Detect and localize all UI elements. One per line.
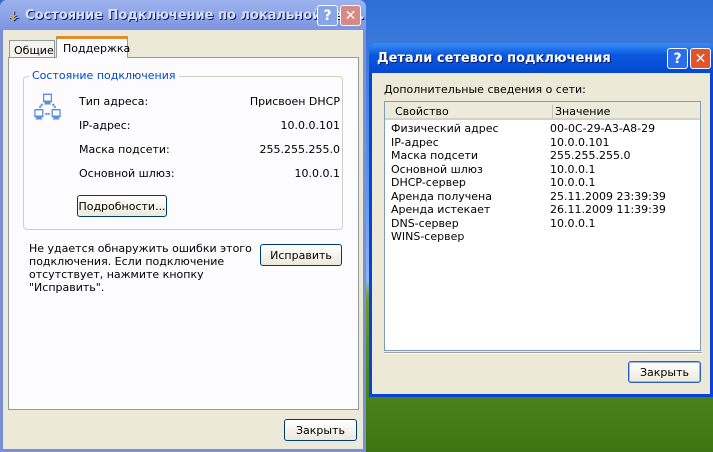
row-value: 10.0.0.101 <box>280 119 340 132</box>
help-button[interactable]: ? <box>667 48 688 69</box>
row-label: Основной шлюз: <box>79 167 175 180</box>
list-row[interactable]: IP-адрес 10.0.0.101 <box>385 136 700 150</box>
window-title: Состояние Подключение по локальной сет..… <box>25 7 365 23</box>
property-value: 25.11.2009 23:39:39 <box>550 189 666 203</box>
property-value: 10.0.0.101 <box>550 135 610 149</box>
property-value: 26.11.2009 11:39:39 <box>550 203 666 216</box>
row-label: IP-адрес: <box>79 119 131 132</box>
property-value: 00-0C-29-A3-A8-29 <box>550 122 656 135</box>
property-name: DHCP-сервер <box>391 176 466 189</box>
tab-general[interactable]: Общие <box>9 40 55 58</box>
close-window-button[interactable]: ✕ <box>690 48 711 69</box>
title-bar: ⚶ Состояние Подключение по локальной сет… <box>0 0 366 30</box>
help-button[interactable]: ? <box>317 5 338 26</box>
column-header-property[interactable]: Свойство <box>395 105 553 119</box>
list-row[interactable]: Аренда истекает 26.11.2009 11:39:39 <box>385 203 700 217</box>
repair-text: Не удается обнаружить ошибки этого подкл… <box>29 242 252 294</box>
details-list: Свойство Значение Физический адрес 00-0C-… <box>384 101 701 351</box>
property-name: Аренда истекает <box>391 203 491 216</box>
repair-button[interactable]: Исправить <box>260 244 342 266</box>
caption: Дополнительные сведения о сети: <box>384 83 586 96</box>
close-window-button[interactable]: ✕ <box>340 5 361 26</box>
tab-support[interactable]: Поддержка <box>56 36 130 58</box>
row-value: 255.255.255.0 <box>259 143 340 156</box>
network-icon: ⚶ <box>8 7 20 23</box>
network-computers-icon: 🖧 <box>33 94 62 124</box>
property-name: Физический адрес <box>391 122 499 135</box>
title-bar: Детали сетевого подключения <box>369 43 713 73</box>
list-row[interactable]: Маска подсети 255.255.255.0 <box>385 149 700 163</box>
property-name: DNS-сервер <box>391 216 459 230</box>
row-label: Маска подсети: <box>79 143 170 156</box>
row-value: Присвоен DHCP <box>249 95 340 108</box>
property-name: Маска подсети <box>391 149 479 162</box>
list-header: Свойство Значение <box>385 102 700 120</box>
list-row[interactable]: DNS-сервер 10.0.0.1 <box>385 217 700 231</box>
property-name: Основной шлюз <box>391 162 483 176</box>
connection-status-window: ⚶ Состояние Подключение по локальной сет… <box>0 0 366 452</box>
list-rows: Физический адрес 00-0C-29-A3-A8-29 IP-адре… <box>385 120 700 244</box>
list-row[interactable]: WINS-сервер <box>385 230 700 244</box>
property-name: IP-адрес <box>391 135 439 149</box>
list-row[interactable]: Физический адрес 00-0C-29-A3-A8-29 <box>385 122 700 136</box>
property-name: WINS-сервер <box>391 230 465 243</box>
tab-panel: Состояние подключения 🖧 Тип адреса: Прис… <box>8 57 359 410</box>
group-title: Состояние подключения <box>29 69 179 82</box>
row-value: 10.0.0.1 <box>294 167 340 180</box>
list-row[interactable]: DHCP-сервер 10.0.0.1 <box>385 176 700 190</box>
window-title: Детали сетевого подключения <box>377 50 611 66</box>
property-value: 255.255.255.0 <box>550 149 631 162</box>
close-button[interactable]: Закрыть <box>284 419 357 441</box>
property-value: 10.0.0.1 <box>550 176 596 189</box>
network-details-window: Детали сетевого подключения ? ✕ Дополнит… <box>369 43 713 397</box>
close-button[interactable]: Закрыть <box>628 361 701 383</box>
property-value: 10.0.0.1 <box>550 216 596 230</box>
separator <box>384 352 702 354</box>
property-name: Аренда получена <box>391 189 492 203</box>
list-row[interactable]: Аренда получена 25.11.2009 23:39:39 <box>385 190 700 204</box>
column-header-value[interactable]: Значение <box>555 105 610 118</box>
row-label: Тип адреса: <box>79 95 149 108</box>
property-value: 10.0.0.1 <box>550 162 596 176</box>
details-button[interactable]: Подробности... <box>77 195 167 217</box>
list-row[interactable]: Основной шлюз 10.0.0.1 <box>385 163 700 177</box>
